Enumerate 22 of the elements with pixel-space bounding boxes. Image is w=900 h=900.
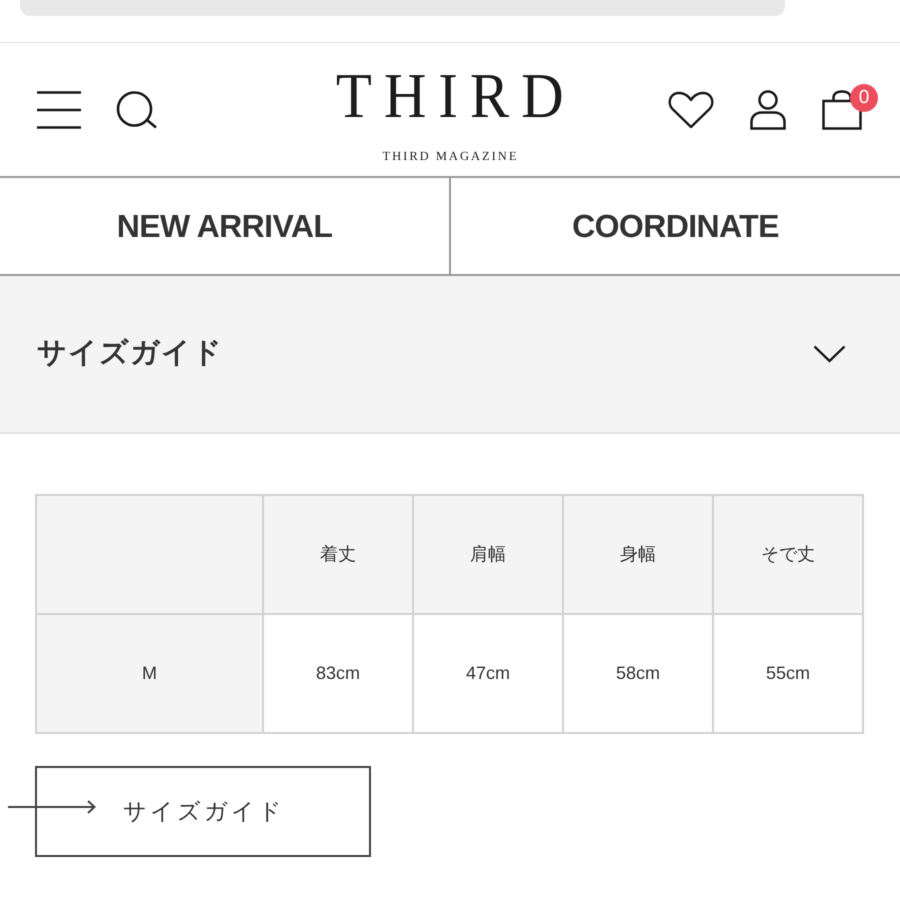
brand-logo[interactable]: THIRD xyxy=(324,64,576,128)
logo-tagline: THIRD MAGAZINE xyxy=(382,150,518,163)
table-cell: 58cm xyxy=(563,614,713,733)
search-icon[interactable] xyxy=(116,90,158,128)
table-header-cell: 着丈 xyxy=(263,495,413,614)
table-row-header: M xyxy=(36,614,263,733)
size-guide-button[interactable]: サイズガイド xyxy=(35,766,371,857)
table-cell: 83cm xyxy=(263,614,413,733)
person-icon[interactable] xyxy=(750,90,786,130)
cart-count-badge: 0 xyxy=(850,84,878,112)
table-cell: 47cm xyxy=(413,614,563,733)
chevron-down-icon[interactable] xyxy=(813,345,846,363)
accordion-title[interactable]: サイズガイド xyxy=(37,332,223,376)
table-header-cell: そで丈 xyxy=(713,495,863,614)
nav-link[interactable]: NEW ARRIVAL xyxy=(0,178,449,274)
nav-link[interactable]: COORDINATE xyxy=(449,178,900,274)
table-header-cell: 肩幅 xyxy=(413,495,563,614)
table-cell: 55cm xyxy=(713,614,863,733)
menu-icon[interactable] xyxy=(37,90,81,128)
arrow-right-icon xyxy=(8,800,96,814)
heart-icon[interactable] xyxy=(668,90,714,128)
table-header-cell: 身幅 xyxy=(563,495,713,614)
